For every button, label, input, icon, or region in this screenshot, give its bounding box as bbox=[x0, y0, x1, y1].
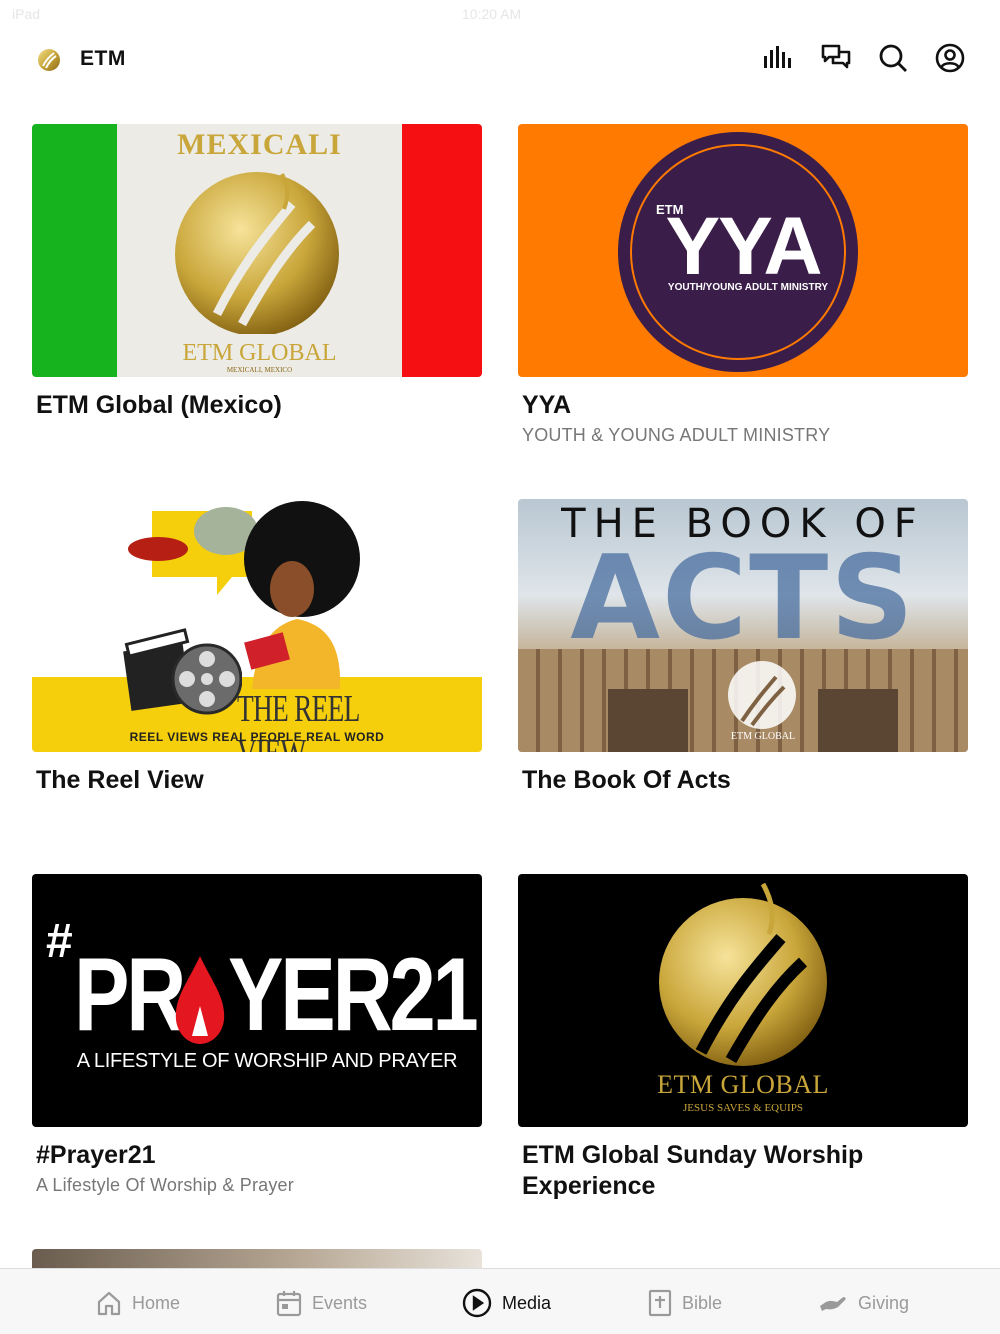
card-title: ETM Global Sunday Worship Experience bbox=[522, 1141, 864, 1200]
thumb-brand: ETM GLOBAL bbox=[657, 1070, 829, 1099]
calendar-icon bbox=[276, 1291, 302, 1317]
media-card-book-of-acts[interactable]: THE BOOK OF ACTS ETM GLOBAL The Book Of … bbox=[518, 499, 968, 796]
flag-red-stripe bbox=[402, 124, 482, 377]
tab-label: Giving bbox=[858, 1292, 910, 1313]
ruins-arch-left bbox=[608, 689, 688, 752]
device-label: iPad bbox=[12, 6, 41, 22]
card-title: YYA bbox=[522, 391, 572, 419]
bottom-tab-bar: Home Events Media Bible Giving bbox=[0, 1268, 1000, 1334]
card-thumbnail[interactable]: # PR YER21 A LIFESTYLE OF WORSHIP AND PR… bbox=[32, 874, 482, 1127]
thumb-tagline: JESUS SAVES & EQUIPS bbox=[683, 1102, 803, 1114]
card-thumbnail[interactable]: THE REEL VIEW REEL VIEWS REAL PEOPLE REA… bbox=[32, 499, 482, 752]
praying-flame-icon bbox=[175, 956, 225, 1044]
media-card-partial[interactable] bbox=[32, 1249, 482, 1269]
chat-bubbles-icon[interactable] bbox=[820, 42, 852, 74]
card-title: ETM Global (Mexico) bbox=[36, 391, 282, 419]
card-title: The Reel View bbox=[36, 766, 204, 794]
prayer-wordmark-start: PR bbox=[74, 937, 186, 1053]
media-card-prayer21[interactable]: # PR YER21 A LIFESTYLE OF WORSHIP AND PR… bbox=[32, 874, 482, 1196]
ruins-arch-right bbox=[818, 689, 898, 752]
gold-flame-logo-icon bbox=[175, 172, 339, 334]
card-subtitle: YOUTH & YOUNG ADULT MINISTRY bbox=[522, 425, 831, 445]
app-title: ETM bbox=[80, 47, 126, 70]
giving-hand-icon bbox=[820, 1297, 846, 1311]
tab-label: Events bbox=[312, 1292, 368, 1313]
acts-wordmark: ACTS bbox=[570, 531, 916, 666]
tab-label: Bible bbox=[682, 1292, 723, 1313]
prayer-tagline: A LIFESTYLE OF WORSHIP AND PRAYER bbox=[76, 1050, 458, 1072]
etm-flame-logo-icon bbox=[728, 661, 796, 729]
etm-logo-icon[interactable] bbox=[36, 46, 62, 72]
thumb-brand: ETM GLOBAL bbox=[182, 340, 337, 366]
yya-tagline: YOUTH/YOUNG ADULT MINISTRY bbox=[667, 282, 829, 293]
yya-wordmark: YYA bbox=[665, 201, 822, 292]
card-thumbnail[interactable] bbox=[32, 1249, 482, 1269]
film-reel-clapper-icon bbox=[123, 628, 242, 715]
status-bar: iPad 10:20 AM bbox=[0, 0, 1000, 28]
card-title: #Prayer21 bbox=[36, 1141, 156, 1169]
card-thumbnail[interactable]: ETM YYA YOUTH/YOUNG ADULT MINISTRY bbox=[518, 124, 968, 377]
gold-flame-logo-icon bbox=[659, 882, 827, 1066]
tab-label: Media bbox=[502, 1292, 552, 1313]
card-subtitle: A Lifestyle Of Worship & Prayer bbox=[36, 1175, 294, 1195]
woman-reading-illustration-icon bbox=[244, 501, 360, 689]
audio-bars-icon[interactable] bbox=[762, 42, 794, 74]
prayer-hash: # bbox=[46, 915, 73, 968]
tab-events[interactable]: Events bbox=[276, 1287, 367, 1319]
tab-media[interactable]: Media bbox=[462, 1287, 551, 1319]
prayer-wordmark-end: YER21 bbox=[228, 937, 479, 1053]
thumb-heading: MEXICALI bbox=[177, 128, 342, 161]
app-header: ETM bbox=[0, 36, 1000, 84]
tab-label: Home bbox=[132, 1292, 181, 1313]
play-circle-icon bbox=[462, 1288, 492, 1318]
media-card-sunday-worship[interactable]: ETM GLOBAL JESUS SAVES & EQUIPS ETM Glob… bbox=[518, 874, 968, 1202]
media-card-yya[interactable]: ETM YYA YOUTH/YOUNG ADULT MINISTRY YYA Y… bbox=[518, 124, 968, 446]
reel-view-tagline: REEL VIEWS REAL PEOPLE REAL WORD bbox=[129, 730, 385, 744]
tab-giving[interactable]: Giving bbox=[818, 1287, 909, 1319]
card-title: The Book Of Acts bbox=[522, 766, 731, 794]
acts-brand: ETM GLOBAL bbox=[730, 731, 796, 742]
account-icon[interactable] bbox=[934, 42, 966, 74]
search-icon[interactable] bbox=[877, 42, 909, 74]
status-time: 10:20 AM bbox=[462, 6, 522, 22]
media-card-reel-view[interactable]: THE REEL VIEW REEL VIEWS REAL PEOPLE REA… bbox=[32, 499, 482, 796]
tab-home[interactable]: Home bbox=[96, 1287, 180, 1319]
card-thumbnail[interactable]: MEXICALI ETM GLOBAL MEXICALI, MEXICO bbox=[32, 124, 482, 377]
bible-icon bbox=[648, 1289, 672, 1317]
flag-green-stripe bbox=[32, 124, 117, 377]
thumb-location: MEXICALI, MEXICO bbox=[226, 366, 293, 374]
card-thumbnail[interactable]: ETM GLOBAL JESUS SAVES & EQUIPS bbox=[518, 874, 968, 1127]
card-thumbnail[interactable]: THE BOOK OF ACTS ETM GLOBAL bbox=[518, 499, 968, 752]
home-icon bbox=[97, 1291, 121, 1316]
tab-bible[interactable]: Bible bbox=[648, 1287, 722, 1319]
media-card-etm-global-mexico[interactable]: MEXICALI ETM GLOBAL MEXICALI, MEXICO ETM… bbox=[32, 124, 482, 421]
